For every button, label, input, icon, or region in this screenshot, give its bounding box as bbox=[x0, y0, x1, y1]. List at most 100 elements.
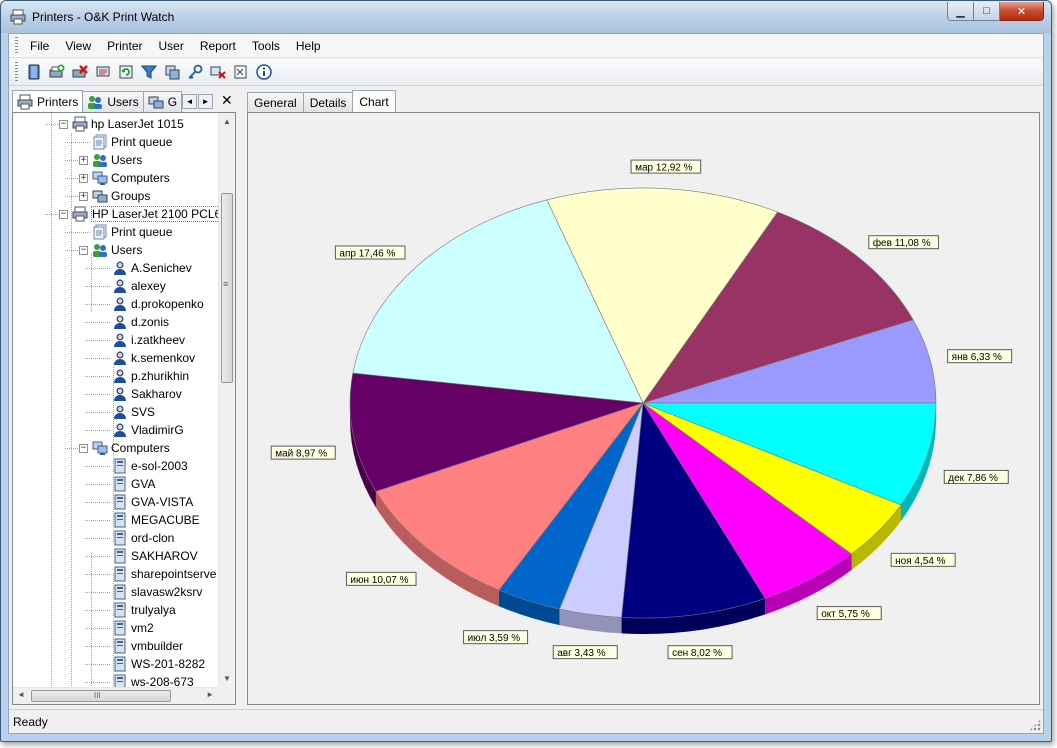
close-pane-button[interactable]: ✕ bbox=[221, 92, 233, 109]
tree-item[interactable]: − hp LaserJet 1015 bbox=[59, 115, 184, 133]
printer-icon bbox=[72, 116, 88, 132]
resize-grip[interactable] bbox=[1029, 719, 1041, 731]
tree-item[interactable]: Print queue bbox=[79, 223, 172, 241]
printers-list-button[interactable] bbox=[92, 61, 114, 83]
collapse-button[interactable]: − bbox=[59, 119, 68, 129]
tab-printers-label: Printers bbox=[37, 94, 79, 109]
tree-connector bbox=[85, 268, 111, 269]
tab-printers[interactable]: Printers bbox=[12, 90, 84, 112]
tree-item[interactable]: i.zatkheev bbox=[99, 331, 185, 349]
slice-label-text: авг 3,43 % bbox=[557, 648, 606, 659]
content-tabs: General Details Chart bbox=[247, 90, 396, 112]
horizontal-scroll-thumb[interactable]: III bbox=[31, 690, 171, 702]
collapse-button[interactable]: − bbox=[79, 443, 88, 453]
maximize-button[interactable]: □ bbox=[974, 2, 1000, 21]
expand-button[interactable]: + bbox=[79, 155, 88, 165]
delete-button[interactable] bbox=[69, 61, 91, 83]
menu-grip[interactable] bbox=[15, 36, 18, 55]
tab-details[interactable]: Details bbox=[302, 92, 354, 112]
tree-item[interactable]: slavasw2ksrv bbox=[99, 583, 202, 601]
tree-item[interactable]: − Users bbox=[79, 241, 142, 259]
filter-button[interactable] bbox=[138, 61, 160, 83]
tree-item-label: WS-201-8282 bbox=[131, 657, 206, 671]
tree-item[interactable]: WS-201-8282 bbox=[99, 655, 205, 673]
printer-icon bbox=[17, 94, 33, 109]
tree-horizontal-scrollbar[interactable]: ◄ III ► bbox=[13, 687, 218, 704]
add-printer-button[interactable] bbox=[46, 61, 68, 83]
title-bar[interactable]: Printers - O&K Print Watch ▁ □ ✕ bbox=[1, 1, 1051, 33]
collapse-button[interactable]: − bbox=[59, 209, 68, 219]
tree-item[interactable]: Sakharov bbox=[99, 385, 182, 403]
tree-vertical-scrollbar[interactable]: ▲ ≡ ▼ bbox=[218, 113, 235, 687]
tree-item-label: vmbuilder bbox=[131, 639, 184, 653]
computer-icon bbox=[114, 566, 126, 582]
menu-printer[interactable]: Printer bbox=[99, 36, 150, 56]
tree-item[interactable]: + Computers bbox=[79, 169, 170, 187]
slice-label-text: мар 12,92 % bbox=[635, 163, 693, 174]
info-button[interactable] bbox=[253, 61, 275, 83]
tab-general[interactable]: General bbox=[247, 92, 304, 112]
tab-scroll-left-button[interactable]: ◄ bbox=[182, 94, 198, 109]
slice-label-text: апр 17,46 % bbox=[339, 249, 395, 260]
tree-item-label: Print queue bbox=[111, 225, 173, 239]
tree-item[interactable]: − Computers bbox=[79, 439, 170, 457]
menu-report[interactable]: Report bbox=[192, 36, 244, 56]
tab-users[interactable]: Users bbox=[82, 91, 144, 112]
report-button[interactable] bbox=[230, 61, 252, 83]
scroll-right-button[interactable]: ► bbox=[206, 690, 214, 699]
chart-panel: янв 6,33 % фев 11,08 % мар 12,92 % апр 17,4… bbox=[247, 112, 1040, 705]
computer-icon bbox=[114, 494, 126, 510]
menu-help[interactable]: Help bbox=[288, 36, 329, 56]
delete-icon bbox=[72, 65, 88, 78]
tree-item-label: vm2 bbox=[131, 621, 154, 635]
expand-button[interactable]: + bbox=[79, 191, 88, 201]
tree-item[interactable]: vmbuilder bbox=[99, 637, 183, 655]
tree-connector bbox=[85, 412, 111, 413]
menu-user[interactable]: User bbox=[150, 36, 191, 56]
settings-button[interactable] bbox=[161, 61, 183, 83]
tree-connector bbox=[85, 286, 111, 287]
hscroll-thumb-grip: III bbox=[94, 691, 101, 700]
menu-view[interactable]: View bbox=[57, 36, 99, 56]
slice-label-апр: апр 17,46 % bbox=[334, 245, 406, 260]
collapse-button[interactable]: − bbox=[79, 245, 88, 255]
vertical-scroll-thumb[interactable]: ≡ bbox=[221, 193, 233, 383]
expand-button[interactable]: + bbox=[79, 173, 88, 183]
tree-item[interactable]: VladimirG bbox=[99, 421, 184, 439]
tab-groups[interactable]: G bbox=[142, 91, 183, 112]
navigation-pane: Printers Users G ◄ ► ✕ − hp LaserJet 1015… bbox=[12, 90, 236, 705]
slice-label-text: май 8,97 % bbox=[275, 449, 327, 460]
refresh-icon bbox=[119, 65, 133, 79]
tree-item-label: VladimirG bbox=[131, 423, 184, 437]
refresh-button[interactable] bbox=[115, 61, 137, 83]
tree-item[interactable]: d.prokopenko bbox=[99, 295, 204, 313]
computer-icon bbox=[114, 602, 126, 618]
menu-tools[interactable]: Tools bbox=[244, 36, 288, 56]
minimize-button[interactable]: ▁ bbox=[947, 2, 974, 21]
computer-icon bbox=[114, 656, 126, 672]
tree-item[interactable]: SAKHAROV bbox=[99, 547, 198, 565]
toolbar-grip[interactable] bbox=[15, 62, 18, 82]
user-icon bbox=[114, 279, 126, 293]
tree-connector bbox=[45, 124, 59, 125]
tree-item[interactable]: + Groups bbox=[79, 187, 150, 205]
tree-item[interactable]: A.Senichev bbox=[99, 259, 192, 277]
tree-connector bbox=[85, 304, 111, 305]
tree-item[interactable]: sharepointserve bbox=[99, 565, 216, 583]
tab-scroll-right-button[interactable]: ► bbox=[198, 94, 214, 109]
tree-item[interactable]: MEGACUBE bbox=[99, 511, 200, 529]
tree-item[interactable]: + Users bbox=[79, 151, 142, 169]
tab-chart[interactable]: Chart bbox=[352, 90, 396, 112]
scroll-up-button[interactable]: ▲ bbox=[219, 113, 235, 130]
tree-item[interactable]: − HP LaserJet 2100 PCL6 bbox=[59, 205, 223, 223]
tree-item[interactable]: Print queue bbox=[79, 133, 172, 151]
scroll-down-button[interactable]: ▼ bbox=[219, 670, 235, 687]
remove-user-button[interactable] bbox=[207, 61, 229, 83]
scroll-left-button[interactable]: ◄ bbox=[17, 690, 25, 699]
key-button[interactable] bbox=[184, 61, 206, 83]
book-button[interactable] bbox=[23, 61, 45, 83]
menu-bar: File View Printer User Report Tools Help bbox=[9, 34, 1043, 58]
close-button[interactable]: ✕ bbox=[1000, 2, 1044, 21]
menu-file[interactable]: File bbox=[22, 36, 57, 56]
tree-connector bbox=[85, 592, 111, 593]
